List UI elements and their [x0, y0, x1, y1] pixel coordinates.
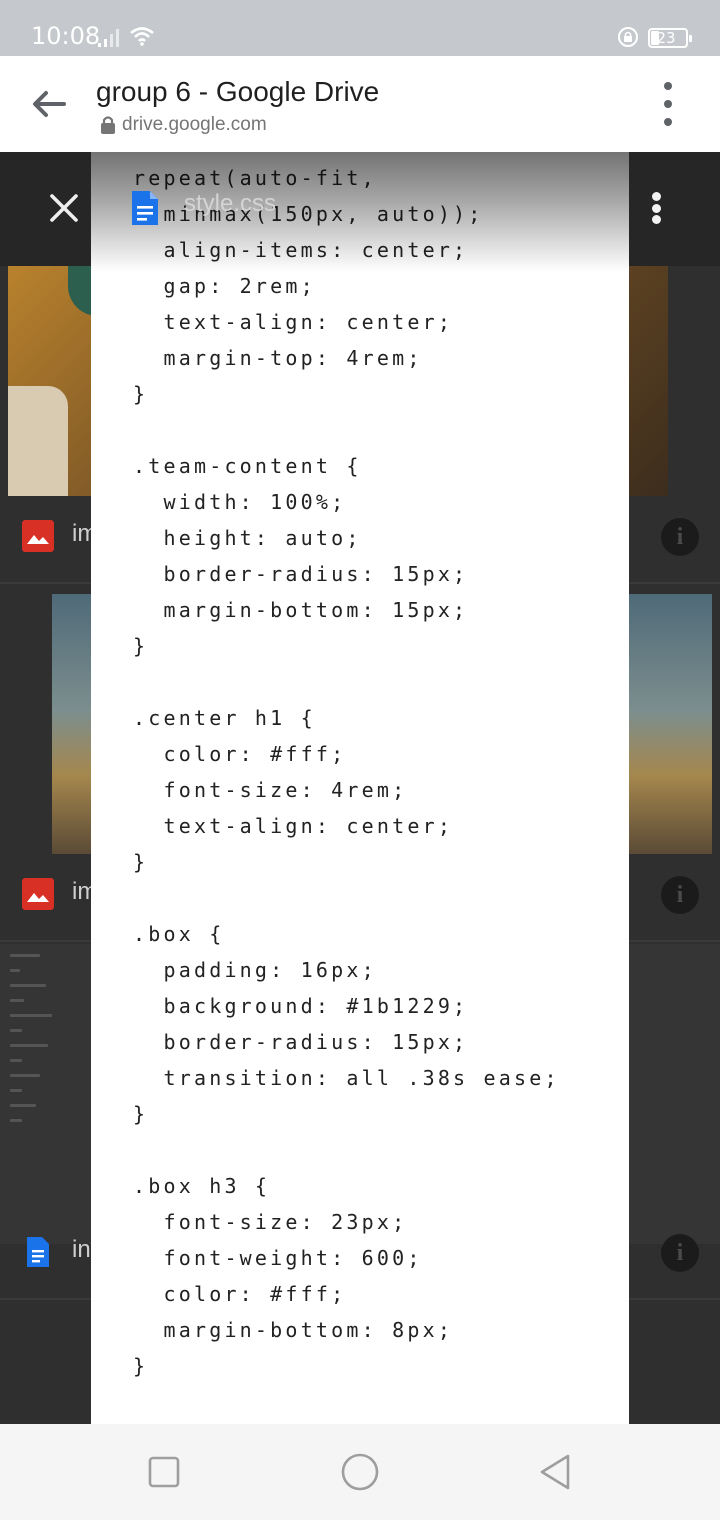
- home-circle-icon[interactable]: [340, 1452, 380, 1492]
- more-vert-icon: [651, 192, 661, 201]
- status-bar: 10:08 23: [0, 0, 720, 56]
- docs-file-icon: [27, 1237, 49, 1267]
- code-line: text-align: center;: [133, 310, 454, 334]
- code-line: }: [133, 382, 149, 406]
- code-line: margin-bottom: 15px;: [133, 598, 469, 622]
- recents-square-icon[interactable]: [144, 1452, 184, 1492]
- battery-level: 23: [656, 29, 676, 47]
- code-line: transition: all .38s ease;: [133, 1066, 560, 1090]
- url-text: drive.google.com: [122, 114, 267, 135]
- code-line: border-radius: 15px;: [133, 1030, 469, 1054]
- viewer-more-button[interactable]: [636, 188, 676, 228]
- wifi-icon: [130, 27, 154, 46]
- code-line: .team-content {: [133, 454, 362, 478]
- page-title: group 6 - Google Drive: [96, 76, 380, 107]
- signal-icon: [98, 29, 119, 47]
- code-line: }: [133, 850, 149, 874]
- close-icon[interactable]: [44, 188, 84, 228]
- info-icon[interactable]: i: [661, 518, 699, 556]
- code-line: margin-bottom: 8px;: [133, 1318, 454, 1342]
- code-line: .box {: [133, 922, 225, 946]
- code-line: align-items: center;: [133, 238, 469, 262]
- lock-icon: [101, 116, 115, 134]
- code-line: text-align: center;: [133, 814, 454, 838]
- battery-icon: 23: [648, 28, 692, 48]
- navigation-bar: [0, 1424, 720, 1520]
- image-file-icon: [22, 520, 54, 552]
- more-vert-icon: [664, 82, 672, 90]
- code-line: height: auto;: [133, 526, 362, 550]
- code-line: width: 100%;: [133, 490, 347, 514]
- back-button[interactable]: [26, 84, 70, 124]
- docs-file-icon: [132, 191, 158, 225]
- code-line: color: #fff;: [133, 742, 347, 766]
- code-line: }: [133, 1354, 149, 1378]
- document-page[interactable]: repeat(auto-fit, minmax(150px, auto)); a…: [91, 152, 629, 1424]
- file-name: in: [72, 1236, 91, 1263]
- code-line: font-size: 4rem;: [133, 778, 408, 802]
- code-line: background: #1b1229;: [133, 994, 469, 1018]
- browser-menu-button[interactable]: [650, 82, 686, 126]
- code-line: border-radius: 15px;: [133, 562, 469, 586]
- code-line: }: [133, 634, 149, 658]
- info-icon[interactable]: i: [661, 1234, 699, 1272]
- back-arrow-icon: [33, 91, 66, 117]
- code-line: gap: 2rem;: [133, 274, 316, 298]
- page-url[interactable]: drive.google.com: [100, 114, 267, 136]
- image-file-icon: [22, 878, 54, 910]
- status-time: 10:08: [31, 22, 101, 50]
- code-line: margin-top: 4rem;: [133, 346, 423, 370]
- viewer-filename: style.css: [184, 190, 277, 217]
- code-line: color: #fff;: [133, 1282, 347, 1306]
- code-line: .center h1 {: [133, 706, 316, 730]
- screen-lock-icon: [618, 27, 638, 47]
- code-line: font-size: 23px;: [133, 1210, 408, 1234]
- code-line: padding: 16px;: [133, 958, 377, 982]
- info-icon[interactable]: i: [661, 876, 699, 914]
- code-line: }: [133, 1102, 149, 1126]
- browser-header: group 6 - Google Drive drive.google.com: [0, 56, 720, 152]
- code-line: font-weight: 600;: [133, 1246, 423, 1270]
- back-triangle-icon[interactable]: [536, 1452, 576, 1492]
- code-line: .box h3 {: [133, 1174, 271, 1198]
